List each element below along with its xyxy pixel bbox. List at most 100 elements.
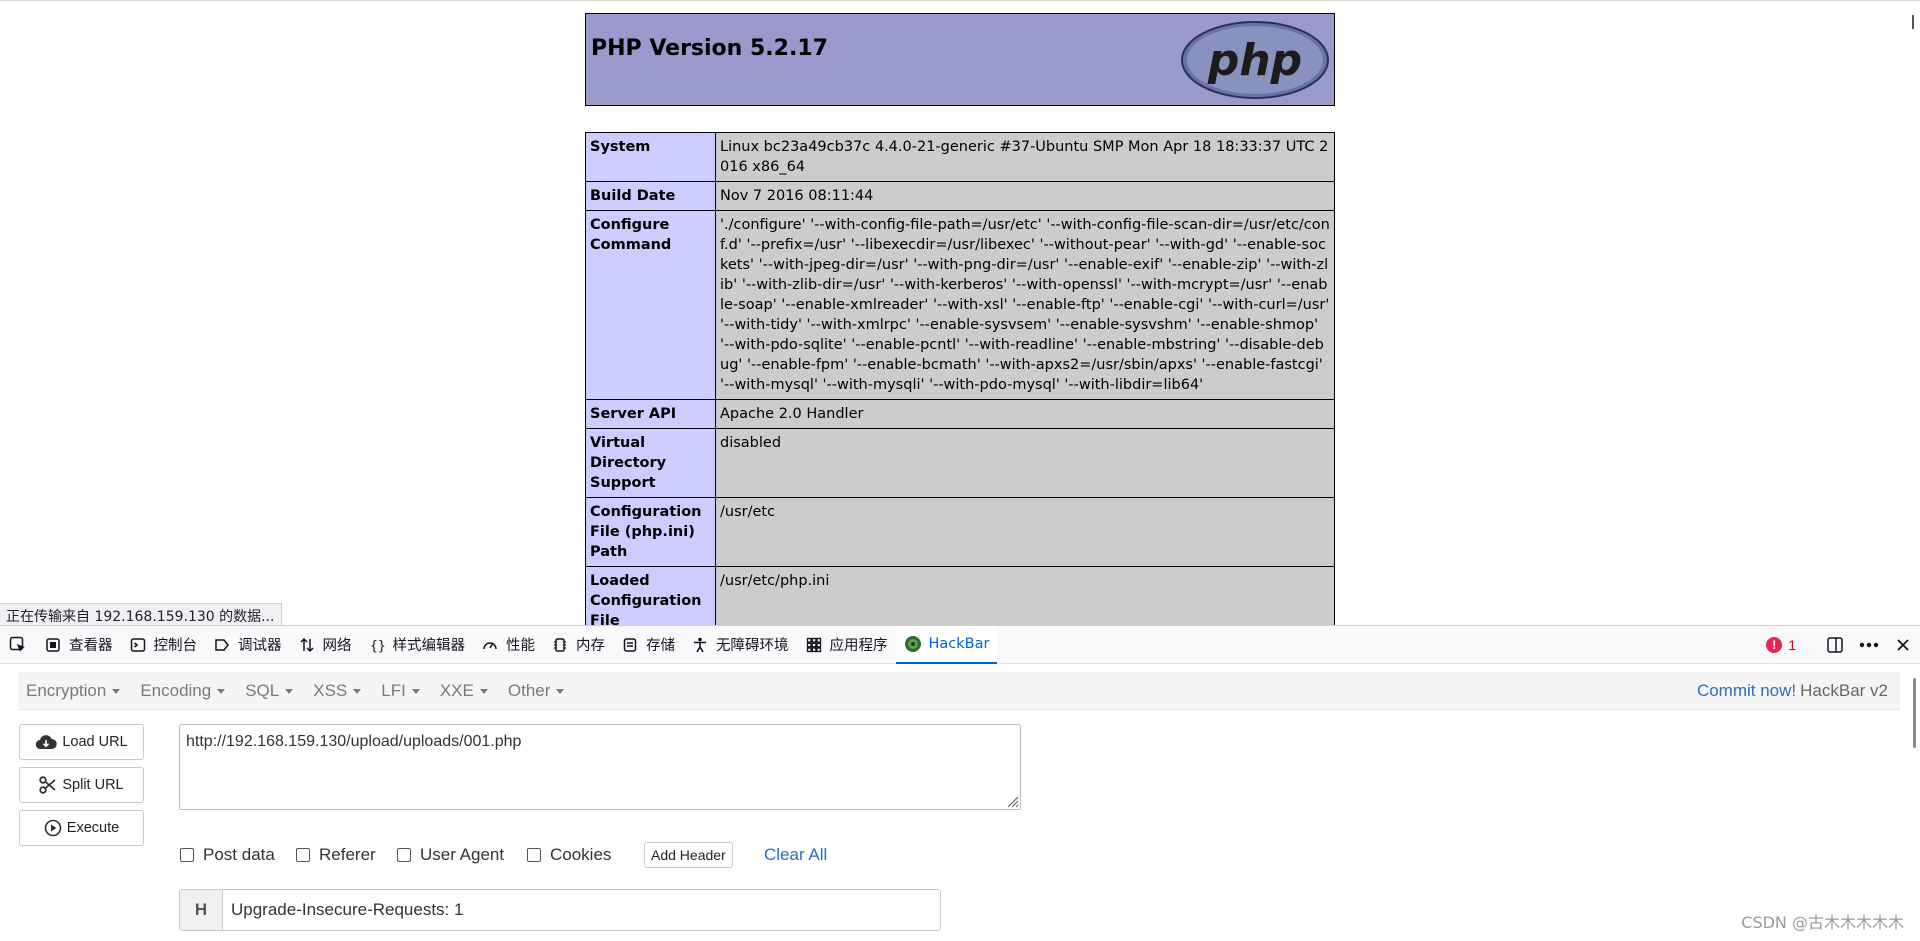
phpinfo-value: /usr/etc: [715, 497, 1335, 567]
phpinfo-value: Nov 7 2016 08:11:44: [715, 181, 1335, 211]
application-icon: [805, 636, 823, 654]
checkbox-box[interactable]: [180, 848, 194, 862]
inspector-icon: [44, 636, 62, 654]
hackbar-scrollbar[interactable]: [1913, 678, 1916, 748]
more-options-button[interactable]: [1852, 626, 1886, 664]
devtools-tab-network[interactable]: 网络: [290, 626, 360, 664]
hackbar-menu-label: XSS: [313, 680, 348, 700]
hackbar-version: HackBar v2: [1800, 681, 1888, 700]
commit-now-link[interactable]: Commit now!: [1697, 681, 1796, 700]
hackbar-menu-label: XXE: [439, 680, 474, 700]
caret-down-icon: [556, 688, 565, 694]
status-bar-text: 正在传输来自 192.168.159.130 的数据...: [0, 603, 282, 625]
checkbox-box[interactable]: [527, 848, 541, 862]
phpinfo-row: Configuration File (php.ini) Path/usr/et…: [585, 497, 1335, 567]
devtools-tab-label: 查看器: [69, 638, 113, 654]
phpinfo-table: System Linux bc23a49cb37c 4.4.0-21-generi…: [585, 132, 1335, 625]
page-scrollbar[interactable]: [1912, 15, 1914, 29]
execute-label: Execute: [66, 820, 120, 836]
error-count: 1: [1788, 637, 1796, 653]
hackbar-menu-encoding[interactable]: Encoding: [140, 681, 226, 701]
phpinfo-value: /usr/etc/php.ini: [715, 566, 1335, 625]
hackbar-menu-xss[interactable]: XSS: [313, 680, 362, 701]
play-circle-icon: [44, 819, 62, 837]
page-viewport[interactable]: PHP Version 5.2.17 php System Linux bc23a…: [0, 0, 1920, 625]
caret-down-icon: [479, 688, 488, 694]
post-data-label: Post data: [203, 845, 275, 864]
devtools-tabbar: 查看器 控制台 调试器 网络 {} 样式编辑器 性能 内存 存储 无障碍环境 应用程序 HackBar…: [0, 625, 1920, 664]
header-key-badge: H: [180, 890, 223, 930]
devtools-tab-console[interactable]: 控制台: [121, 626, 206, 664]
devtools-tab-accessibility[interactable]: 无障碍环境: [683, 626, 797, 664]
header-value-input[interactable]: Upgrade-Insecure-Requests: 1: [223, 890, 940, 930]
watermark: CSDN @古木木木木木: [1741, 913, 1904, 932]
phpinfo-value: Linux bc23a49cb37c 4.4.0-21-generic #37-…: [715, 132, 1335, 182]
memory-icon: [551, 636, 569, 654]
devtools-tab-hackbar[interactable]: HackBar: [895, 625, 998, 664]
console-icon: [129, 636, 147, 654]
error-icon: !: [1766, 637, 1783, 653]
devtools-tab-inspector[interactable]: 查看器: [36, 626, 121, 664]
phpinfo-row: Loaded Configuration File/usr/etc/php.in…: [585, 566, 1335, 625]
php-logo[interactable]: php: [1180, 20, 1330, 100]
hackbar-menu-label: SQL: [245, 680, 280, 700]
phpinfo-value: Apache 2.0 Handler: [715, 399, 1335, 429]
caret-down-icon: [353, 688, 362, 694]
url-input[interactable]: http://192.168.159.130/upload/uploads/00…: [179, 724, 1021, 810]
element-picker-button[interactable]: [0, 626, 36, 664]
accessibility-icon: [691, 636, 709, 654]
style-editor-icon: {}: [368, 636, 386, 654]
caret-down-icon: [112, 688, 121, 694]
hackbar-menu-xxe[interactable]: XXE: [440, 681, 488, 701]
phpinfo-key: Server API: [585, 399, 716, 429]
dock-toggle-button[interactable]: [1818, 626, 1852, 664]
hackbar-menu-sql[interactable]: SQL: [245, 680, 294, 701]
caret-down-icon: [285, 688, 294, 694]
checkbox-box[interactable]: [397, 848, 411, 862]
split-url-label: Split URL: [62, 777, 124, 793]
caret-down-icon: [411, 688, 420, 694]
user-agent-checkbox[interactable]: User Agent: [397, 845, 504, 865]
storage-icon: [621, 636, 639, 654]
devtools-tab-label: 内存: [576, 638, 605, 654]
error-count-badge[interactable]: ! 1: [1766, 637, 1796, 653]
cloud-download-icon: [36, 735, 58, 750]
resize-grip-icon[interactable]: [1003, 792, 1019, 808]
hackbar-menu-encryption[interactable]: Encryption: [26, 681, 121, 701]
hackbar-menu-lfi[interactable]: LFI: [381, 681, 420, 701]
devtools-tab-style-editor[interactable]: {} 样式编辑器: [360, 626, 474, 664]
devtools-tab-label: HackBar: [928, 635, 990, 652]
php-version-title: PHP Version 5.2.17: [591, 36, 828, 61]
devtools-tab-label: 样式编辑器: [392, 638, 466, 654]
phpinfo-key: Build Date: [585, 181, 716, 211]
close-icon: [1897, 639, 1909, 651]
checkbox-box[interactable]: [296, 848, 310, 862]
referer-checkbox[interactable]: Referer: [296, 845, 376, 865]
devtools-tab-label: 控制台: [153, 638, 198, 654]
php-logo-text: php: [1207, 35, 1302, 86]
add-header-button[interactable]: Add Header: [644, 842, 733, 868]
post-data-checkbox[interactable]: Post data: [180, 845, 275, 865]
svg-text:{}: {}: [370, 639, 385, 653]
devtools-tab-application[interactable]: 应用程序: [797, 626, 896, 664]
phpinfo-row: Server API Apache 2.0 Handler: [585, 399, 1335, 429]
devtools-tab-performance[interactable]: 性能: [473, 626, 543, 664]
hackbar-menubar: Encryption Encoding SQL XSS LFI XXE Other Comm…: [18, 672, 1900, 710]
devtools-tab-label: 应用程序: [829, 638, 888, 654]
devtools-tab-memory[interactable]: 内存: [543, 626, 613, 664]
phpinfo-row: Configure Command './configure' '--with-c…: [585, 210, 1335, 400]
hackbar-menu-label: Other: [507, 680, 551, 700]
split-url-button[interactable]: Split URL: [19, 767, 144, 803]
load-url-button[interactable]: Load URL: [19, 724, 144, 760]
cookies-checkbox[interactable]: Cookies: [527, 845, 611, 865]
devtools-tab-debugger[interactable]: 调试器: [205, 626, 290, 664]
network-icon: [298, 636, 316, 654]
devtools-tab-storage[interactable]: 存储: [613, 626, 683, 664]
close-devtools-button[interactable]: [1886, 626, 1920, 664]
devtools-tab-label: 调试器: [238, 638, 282, 654]
hackbar-menu-other[interactable]: Other: [508, 681, 565, 701]
caret-down-icon: [217, 688, 226, 694]
clear-all-link[interactable]: Clear All: [764, 845, 827, 865]
phpinfo-value: './configure' '--with-config-file-path=/…: [715, 210, 1335, 400]
execute-button[interactable]: Execute: [19, 810, 144, 846]
